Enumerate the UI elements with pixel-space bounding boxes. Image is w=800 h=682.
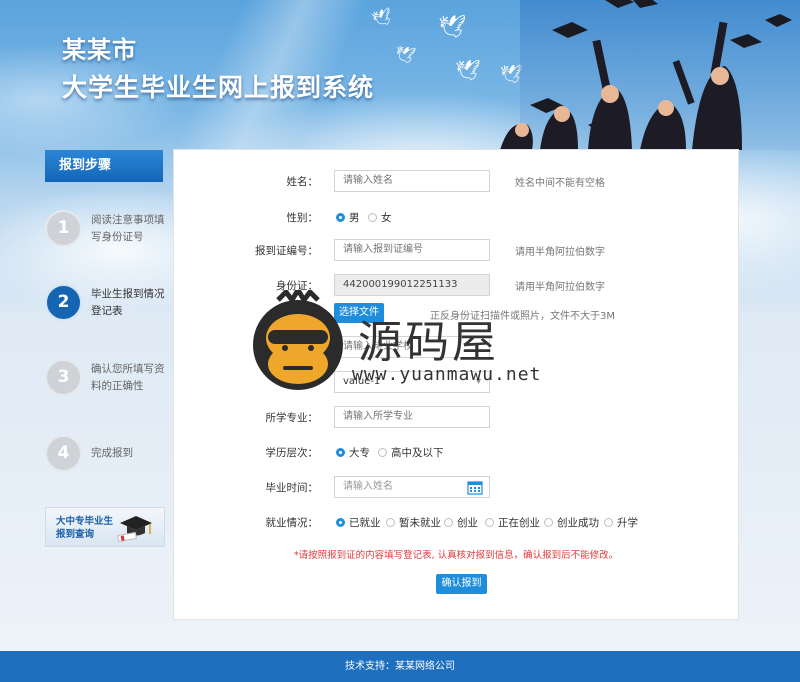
radio-label: 创业成功 <box>557 517 599 529</box>
cert-no-label: 报到证编号： <box>255 245 318 257</box>
graduation-cap-icon <box>117 516 152 542</box>
step-label: 阅读注意事项填写身份证号 <box>91 214 165 243</box>
step-label: 完成报到 <box>91 447 133 459</box>
watermark-url: www.yuanmawu.net <box>352 364 542 385</box>
radio-dot <box>368 213 377 222</box>
step-2[interactable]: 2 毕业生报到情况登记表 <box>45 284 175 324</box>
radio-label: 正在创业 <box>498 517 540 529</box>
calendar-icon[interactable] <box>467 480 483 495</box>
dove-icon: 🕊 <box>438 15 466 40</box>
site-title-city: 某某市 <box>62 36 137 64</box>
banner-line1: 大中专毕业生 <box>56 516 114 527</box>
monkey-logo-icon <box>253 290 343 390</box>
row-employment: 就业情况： 已就业 暂未就业 创业 正在创业 创业成功 升学 <box>174 511 738 535</box>
major-label: 所学专业： <box>265 412 319 424</box>
row-name: 姓名： 姓名中间不能有空格 <box>174 170 738 194</box>
radio-label: 大专 <box>349 447 370 459</box>
education-college-radio[interactable]: 大专 <box>336 445 370 460</box>
footer-text: 技术支持：某某网络公司 <box>345 661 455 672</box>
radio-dot <box>604 518 613 527</box>
cert-no-hint: 请用半角阿拉伯数字 <box>515 247 605 258</box>
id-card-field[interactable]: 442000199012251133 <box>334 274 490 296</box>
education-label: 学历层次： <box>265 447 319 459</box>
employment-starting-radio[interactable]: 正在创业 <box>485 515 540 530</box>
radio-dot <box>544 518 553 527</box>
employment-unemployed-radio[interactable]: 暂未就业 <box>386 515 441 530</box>
name-hint: 姓名中间不能有空格 <box>515 178 605 189</box>
name-label: 姓名： <box>286 176 319 188</box>
employment-employed-radio[interactable]: 已就业 <box>336 515 381 530</box>
radio-dot <box>336 448 345 457</box>
radio-label: 创业 <box>457 517 478 529</box>
gender-male-radio[interactable]: 男 <box>336 210 360 225</box>
radio-dot <box>378 448 387 457</box>
sidebar-heading: 报到步骤 <box>45 150 163 182</box>
radio-label: 升学 <box>617 517 638 529</box>
step-number: 1 <box>45 210 82 247</box>
report-query-banner[interactable]: 大中专毕业生 报到查询 <box>45 507 165 547</box>
radio-dot <box>336 518 345 527</box>
radio-label: 暂未就业 <box>399 517 441 529</box>
grad-time-label: 毕业时间： <box>265 482 319 494</box>
grad-time-placeholder: 请输入姓名 <box>343 481 393 492</box>
step-label: 毕业生报到情况登记表 <box>91 288 165 317</box>
step-number: 2 <box>45 284 82 321</box>
step-3[interactable]: 3 确认您所填写资料的正确性 <box>45 359 175 399</box>
radio-label: 已就业 <box>349 517 381 529</box>
row-gender: 性别： 男 女 <box>174 206 738 230</box>
step-number: 4 <box>45 435 82 472</box>
banner-text: 大中专毕业生 报到查询 <box>56 515 113 541</box>
radio-dot <box>386 518 395 527</box>
row-major: 所学专业： <box>174 406 738 430</box>
radio-label: 高中及以下 <box>391 447 444 459</box>
confirm-report-button[interactable]: 确认报到 <box>436 574 487 594</box>
employment-further-study-radio[interactable]: 升学 <box>604 515 638 530</box>
step-label: 确认您所填写资料的正确性 <box>91 363 165 392</box>
radio-dot <box>485 518 494 527</box>
education-highschool-radio[interactable]: 高中及以下 <box>378 445 444 460</box>
radio-label: 女 <box>381 212 392 224</box>
gender-female-radio[interactable]: 女 <box>368 210 392 225</box>
dove-icon: 🕊 <box>455 58 481 82</box>
cert-no-input[interactable] <box>334 239 490 261</box>
radio-dot <box>444 518 453 527</box>
name-input[interactable] <box>334 170 490 192</box>
step-1[interactable]: 1 阅读注意事项填写身份证号 <box>45 210 175 250</box>
employment-label: 就业情况： <box>265 517 319 529</box>
radio-label: 男 <box>349 212 360 224</box>
notice-text: *请按照报到证的内容填写登记表, 认真核对报到信息，确认报到后不能修改。 <box>293 550 619 561</box>
site-title-system: 大学生毕业生网上报到系统 <box>62 73 375 102</box>
employment-startup-radio[interactable]: 创业 <box>444 515 478 530</box>
employment-success-radio[interactable]: 创业成功 <box>544 515 599 530</box>
step-4[interactable]: 4 完成报到 <box>45 435 175 475</box>
watermark-brand: 源码屋 <box>358 317 499 368</box>
grad-time-input[interactable]: 请输入姓名 <box>334 476 490 498</box>
id-card-hint: 请用半角阿拉伯数字 <box>515 282 605 293</box>
footer: 技术支持：某某网络公司 <box>0 651 800 682</box>
banner-line2: 报到查询 <box>56 529 95 540</box>
dove-icon: 🕊 <box>393 43 417 66</box>
gender-label: 性别： <box>286 212 319 224</box>
step-number: 3 <box>45 359 82 396</box>
row-education: 学历层次： 大专 高中及以下 <box>174 441 738 465</box>
radio-dot <box>336 213 345 222</box>
row-grad-time: 毕业时间： 请输入姓名 <box>174 476 738 500</box>
row-cert-no: 报到证编号： 请用半角阿拉伯数字 <box>174 239 738 263</box>
major-input[interactable] <box>334 406 490 428</box>
